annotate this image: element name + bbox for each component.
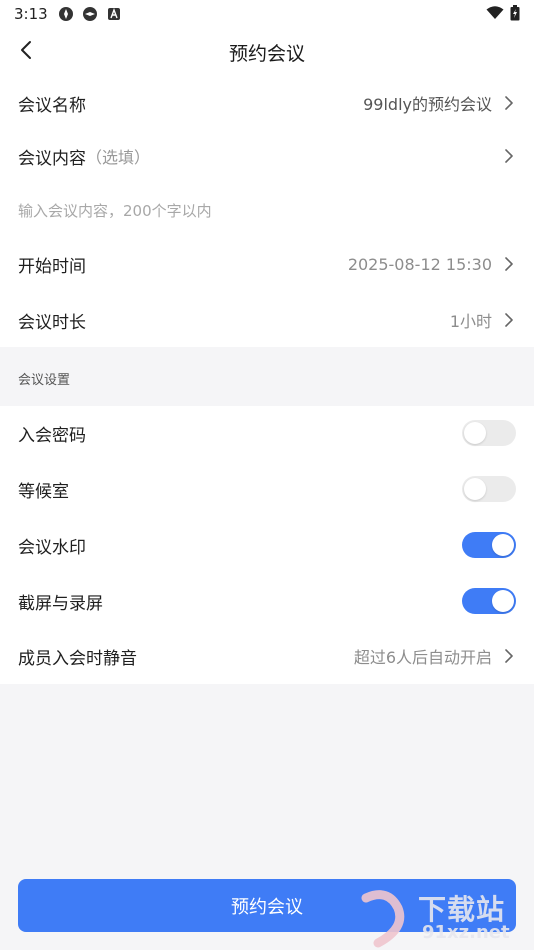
meeting-name-row[interactable]: 会议名称 99ldly的预约会议 — [0, 76, 534, 130]
settings-header-label: 会议设置 — [18, 373, 71, 388]
meeting-content-input[interactable]: 输入会议内容，200个字以内 — [18, 200, 212, 221]
battery-icon — [510, 5, 520, 25]
app-notification-icon — [58, 6, 74, 22]
duration-row[interactable]: 会议时长 1小时 — [0, 293, 534, 347]
chevron-right-icon — [502, 255, 516, 273]
page-title: 预约会议 — [228, 42, 305, 65]
start-time-label: 开始时间 — [18, 256, 86, 277]
duration-label: 会议时长 — [18, 312, 86, 333]
meeting-content-hint: （选填） — [86, 148, 151, 167]
site-watermark: 下载站 91xz.net — [358, 888, 528, 948]
chevron-left-icon — [20, 40, 32, 64]
a-notification-icon — [106, 6, 122, 22]
watermark-label: 会议水印 — [18, 537, 86, 558]
waiting-room-row: 等候室 — [0, 462, 534, 516]
mute-on-join-value: 超过6人后自动开启 — [353, 648, 492, 667]
password-toggle[interactable] — [462, 420, 516, 446]
screenshot-recording-row: 截屏与录屏 — [0, 574, 534, 628]
app-notification-icon-2 — [82, 6, 98, 22]
start-time-row[interactable]: 开始时间 2025-08-12 15:30 — [0, 237, 534, 291]
settings-group-header: 会议设置 — [0, 347, 534, 406]
meeting-content-label: 会议内容 — [18, 148, 86, 169]
watermark-toggle[interactable] — [462, 532, 516, 558]
back-button[interactable] — [10, 36, 42, 68]
meeting-info-section: 会议名称 99ldly的预约会议 会议内容 （选填） 输入会议内容，200个字以… — [0, 76, 534, 347]
meeting-content-row[interactable]: 会议内容 （选填） — [0, 129, 534, 183]
chevron-right-icon — [502, 147, 516, 165]
start-time-value: 2025-08-12 15:30 — [347, 254, 492, 274]
wifi-icon — [486, 6, 504, 24]
duration-value: 1小时 — [449, 312, 492, 331]
screenshot-recording-label: 截屏与录屏 — [18, 593, 103, 614]
toggle-knob — [464, 422, 486, 444]
watermark-row: 会议水印 — [0, 518, 534, 572]
toggle-knob — [464, 478, 486, 500]
chevron-right-icon — [502, 311, 516, 329]
toggle-knob — [492, 590, 514, 612]
waiting-room-toggle[interactable] — [462, 476, 516, 502]
status-bar: 3:13 — [0, 0, 534, 28]
watermark-logo-icon — [361, 890, 405, 948]
toggle-knob — [492, 534, 514, 556]
meeting-settings-section: 入会密码 等候室 会议水印 截屏与录屏 成员入会时静音 超过6人后自动开启 — [0, 406, 534, 684]
meeting-name-value: 99ldly的预约会议 — [363, 95, 492, 114]
status-time: 3:13 — [14, 5, 48, 23]
password-row: 入会密码 — [0, 406, 534, 460]
mute-on-join-row[interactable]: 成员入会时静音 超过6人后自动开启 — [0, 629, 534, 683]
chevron-right-icon — [502, 647, 516, 665]
waiting-room-label: 等候室 — [18, 481, 69, 502]
mute-on-join-label: 成员入会时静音 — [18, 648, 137, 669]
nav-bar: 预约会议 — [0, 28, 534, 76]
screenshot-recording-toggle[interactable] — [462, 588, 516, 614]
watermark-url: 91xz.net — [422, 922, 510, 943]
password-label: 入会密码 — [18, 425, 86, 446]
chevron-right-icon — [502, 94, 516, 112]
meeting-name-label: 会议名称 — [18, 95, 86, 116]
